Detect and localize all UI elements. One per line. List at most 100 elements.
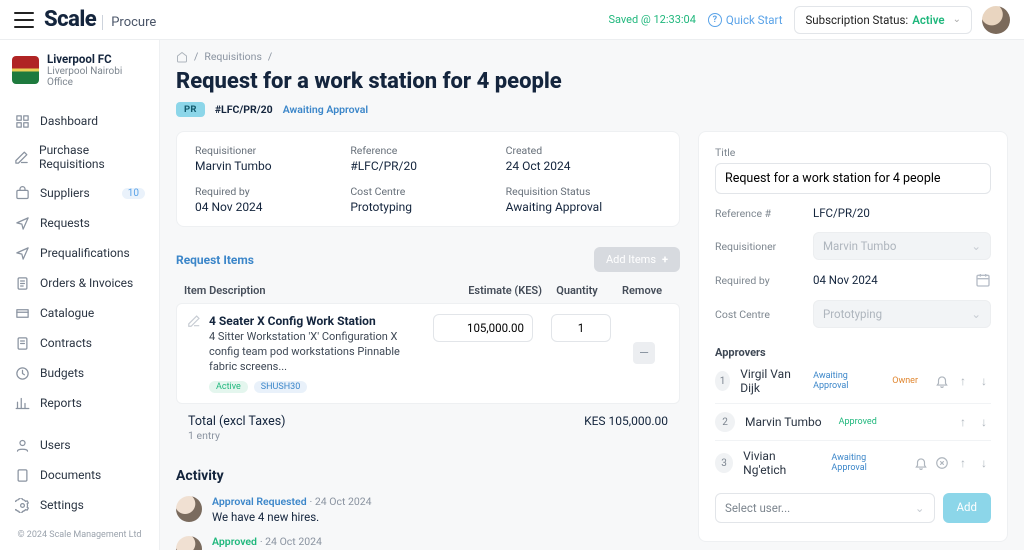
remove-approver-icon[interactable] — [935, 456, 949, 470]
add-items-button[interactable]: Add Items + — [594, 247, 680, 272]
panel-requisitioner-select[interactable]: Marvin Tumbo ⌄ — [813, 232, 991, 260]
sidebar-item-count: 10 — [122, 188, 145, 199]
sidebar-item-documents[interactable]: Documents — [0, 460, 159, 490]
calendar-icon[interactable] — [975, 272, 991, 288]
chevron-down-icon: ⌄ — [971, 307, 981, 321]
approver-owner-badge: Owner — [885, 375, 925, 387]
sidebar-item-reports[interactable]: Reports — [0, 388, 159, 418]
sidebar-item-label: Prequalifications — [40, 246, 130, 260]
move-down-icon[interactable]: ↓ — [977, 415, 991, 429]
estimate-input[interactable] — [433, 314, 533, 342]
summary-requiredby-value: 04 Nov 2024 — [195, 200, 350, 214]
nav-footer: UsersDocuments Settings — [0, 426, 159, 524]
move-up-icon[interactable]: ↑ — [956, 456, 970, 470]
add-approver-button[interactable]: Add — [943, 493, 991, 523]
approver-row: 3Vivian Ng'etichAwaiting Approval↑↓ — [715, 440, 991, 485]
panel-costcentre-select[interactable]: Prototyping ⌄ — [813, 300, 991, 328]
approver-status: Approved — [832, 416, 884, 428]
total-label: Total (excl Taxes) — [188, 414, 286, 429]
sidebar-item-prequalifications[interactable]: Prequalifications — [0, 238, 159, 268]
panel-title-label: Title — [715, 146, 991, 159]
sidebar-item-label: Settings — [40, 498, 84, 512]
sidebar-item-orders-invoices[interactable]: Orders & Invoices — [0, 268, 159, 298]
sidebar-item-purchase-requisitions[interactable]: Purchase Requisitions — [0, 136, 159, 178]
requests-icon — [14, 215, 30, 231]
sidebar-item-label: Requests — [40, 216, 90, 230]
activity-row: Approval Requested · 24 Oct 2024We have … — [176, 494, 680, 524]
approver-status: Awaiting Approval — [806, 370, 875, 392]
sidebar-item-requests[interactable]: Requests — [0, 208, 159, 238]
subscription-label: Subscription Status: — [805, 13, 908, 27]
sidebar-item-dashboard[interactable]: Dashboard — [0, 106, 159, 136]
line-item: 4 Seater X Config Work Station 4 Sitter … — [176, 303, 680, 404]
activity-status: Approved — [212, 535, 257, 548]
sidebar-item-label: Catalogue — [40, 306, 94, 320]
sidebar-item-label: Suppliers — [40, 186, 90, 200]
sidebar-item-settings[interactable]: Settings — [0, 490, 159, 520]
quantity-input[interactable] — [551, 314, 611, 342]
prequalifications-icon — [14, 245, 30, 261]
org-name: Liverpool FC — [47, 52, 147, 66]
org-switcher[interactable]: Liverpool FC Liverpool Nairobi Office — [0, 40, 159, 102]
move-up-icon[interactable]: ↑ — [956, 374, 970, 388]
home-icon[interactable] — [176, 51, 188, 63]
approver-order: 1 — [715, 371, 730, 391]
approver-select-placeholder: Select user... — [725, 501, 790, 515]
breadcrumb-section[interactable]: Requisitions — [204, 50, 262, 63]
item-title: 4 Seater X Config Work Station — [209, 314, 425, 328]
sidebar-item-contracts[interactable]: Contracts — [0, 328, 159, 358]
catalogue-icon — [14, 305, 30, 321]
activity-avatar — [176, 536, 202, 550]
subscription-status-button[interactable]: Subscription Status: Active ⌄ — [794, 6, 972, 34]
suppliers-icon — [14, 185, 30, 201]
totals-row: Total (excl Taxes) 1 entry KES 105,000.0… — [176, 404, 680, 442]
page-tags: PR #LFC/PR/20 Awaiting Approval — [176, 102, 1008, 117]
panel-ref-value: LFC/PR/20 — [813, 206, 870, 220]
quick-start-button[interactable]: ? Quick Start — [708, 13, 783, 27]
th-remove: Remove — [612, 284, 672, 297]
approver-user-select[interactable]: Select user... ⌄ — [715, 493, 935, 523]
quick-start-label: Quick Start — [726, 13, 783, 27]
summary-costcentre-label: Cost Centre — [350, 185, 505, 198]
purchase-requisitions-icon — [14, 149, 29, 165]
panel-title-input[interactable] — [715, 163, 991, 194]
help-icon: ? — [708, 13, 722, 27]
sidebar-item-budgets[interactable]: Budgets — [0, 358, 159, 388]
th-description: Item Description — [184, 284, 442, 297]
sidebar-item-users[interactable]: Users — [0, 430, 159, 460]
panel-requisitioner-value: Marvin Tumbo — [823, 239, 896, 253]
activity-avatar — [176, 496, 202, 522]
sidebar-item-label: Budgets — [40, 366, 84, 380]
move-up-icon[interactable]: ↑ — [956, 415, 970, 429]
copyright: © 2024 Scale Management Ltd — [0, 524, 159, 550]
activity-heading: Activity — [176, 468, 680, 484]
add-items-label: Add Items — [606, 253, 656, 266]
activity-status: Approval Requested — [212, 495, 307, 508]
panel-requisitioner-label: Requisitioner — [715, 240, 801, 253]
sidebar-item-suppliers[interactable]: Suppliers 10 — [0, 178, 159, 208]
notify-icon[interactable] — [914, 456, 928, 470]
menu-icon[interactable] — [14, 12, 34, 28]
user-avatar[interactable] — [982, 6, 1010, 34]
edit-icon[interactable] — [187, 314, 201, 393]
page-title: Request for a work station for 4 people — [176, 69, 1008, 94]
remove-item-button[interactable]: — — [633, 342, 655, 364]
breadcrumbs: / Requisitions / — [176, 50, 1008, 63]
summary-reference-label: Reference — [350, 144, 505, 157]
org-crest-icon — [12, 56, 39, 84]
chevron-down-icon: ⌄ — [915, 501, 925, 515]
notify-icon[interactable] — [935, 374, 949, 388]
pr-badge: PR — [176, 102, 205, 117]
sidebar: Liverpool FC Liverpool Nairobi Office Da… — [0, 40, 160, 550]
activity-date: · 24 Oct 2024 — [309, 495, 371, 508]
sidebar-item-label: Contracts — [40, 336, 92, 350]
sidebar-item-label: Orders & Invoices — [40, 276, 133, 290]
reports-icon — [14, 395, 30, 411]
org-office: Liverpool Nairobi Office — [47, 66, 147, 88]
summary-reference-value: #LFC/PR/20 — [350, 159, 505, 173]
sidebar-item-catalogue[interactable]: Catalogue — [0, 298, 159, 328]
th-estimate: Estimate (KES) — [442, 284, 542, 297]
move-down-icon[interactable]: ↓ — [977, 456, 991, 470]
move-down-icon[interactable]: ↓ — [977, 374, 991, 388]
summary-requisitioner-label: Requisitioner — [195, 144, 350, 157]
